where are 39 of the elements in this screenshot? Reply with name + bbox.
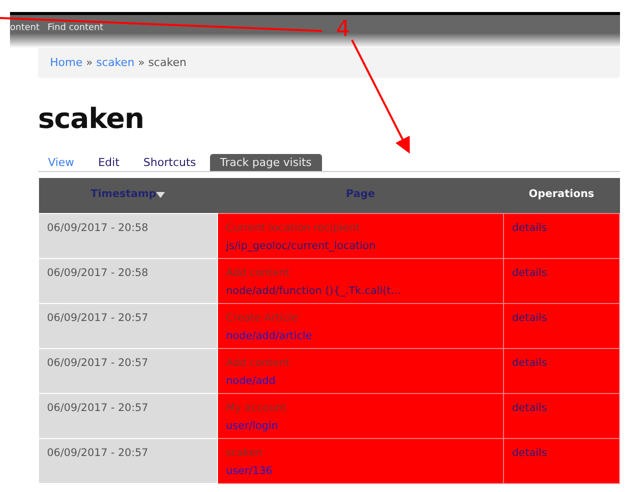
breadcrumb-current: scaken <box>148 56 186 69</box>
details-link[interactable]: details <box>512 356 547 368</box>
tab[interactable]: View <box>38 154 84 171</box>
breadcrumb-separator: » <box>84 56 94 69</box>
timestamp-cell: 06/09/2017 - 20:58 <box>38 213 218 258</box>
path-link[interactable]: node/add/function (){_.Tk.call(t... <box>226 284 401 296</box>
sort-icon[interactable] <box>156 192 166 198</box>
breadcrumb-separator: » <box>136 56 146 69</box>
toolbar-link[interactable]: ontent <box>10 22 40 48</box>
details-link[interactable]: details <box>512 266 547 278</box>
timestamp-cell: 06/09/2017 - 20:58 <box>38 258 218 303</box>
timestamp-cell: 06/09/2017 - 20:57 <box>38 303 218 348</box>
breadcrumb-link[interactable]: scaken <box>96 56 134 69</box>
page-title-text: Add content <box>226 266 291 280</box>
breadcrumb-link[interactable]: Home <box>50 56 82 69</box>
details-link[interactable]: details <box>512 402 547 414</box>
timestamp-cell: 06/09/2017 - 20:57 <box>38 438 218 483</box>
tab[interactable]: Edit <box>88 154 130 171</box>
page-title: scaken <box>38 102 145 136</box>
details-link[interactable]: details <box>512 446 547 458</box>
page-title-text: My account <box>226 400 288 416</box>
page-title-text: Current location recipient <box>226 220 361 236</box>
timestamp-cell: 06/09/2017 - 20:57 <box>38 393 218 438</box>
toolbar-link[interactable]: Find content <box>48 22 104 48</box>
timestamp-cell: 06/09/2017 - 20:57 <box>38 348 218 393</box>
page-title-text: Add content <box>226 356 291 370</box>
path-link[interactable]: js/ip_geoloc/current_location <box>226 240 376 252</box>
path-link[interactable]: user/login <box>226 420 278 432</box>
column-header: Operations <box>528 188 594 200</box>
path-link[interactable]: node/add <box>226 374 276 386</box>
tab[interactable]: Shortcuts <box>133 154 206 171</box>
page-title-text: Create Article <box>226 310 299 326</box>
tab[interactable]: Track page visits <box>210 154 322 171</box>
path-link[interactable]: user/136 <box>226 464 272 476</box>
details-link[interactable]: details <box>512 312 547 324</box>
details-link[interactable]: details <box>512 222 547 234</box>
annotation-number: 4 <box>336 17 350 42</box>
path-link[interactable]: node/add/article <box>226 330 312 342</box>
page-title-text: scaken <box>226 446 264 460</box>
